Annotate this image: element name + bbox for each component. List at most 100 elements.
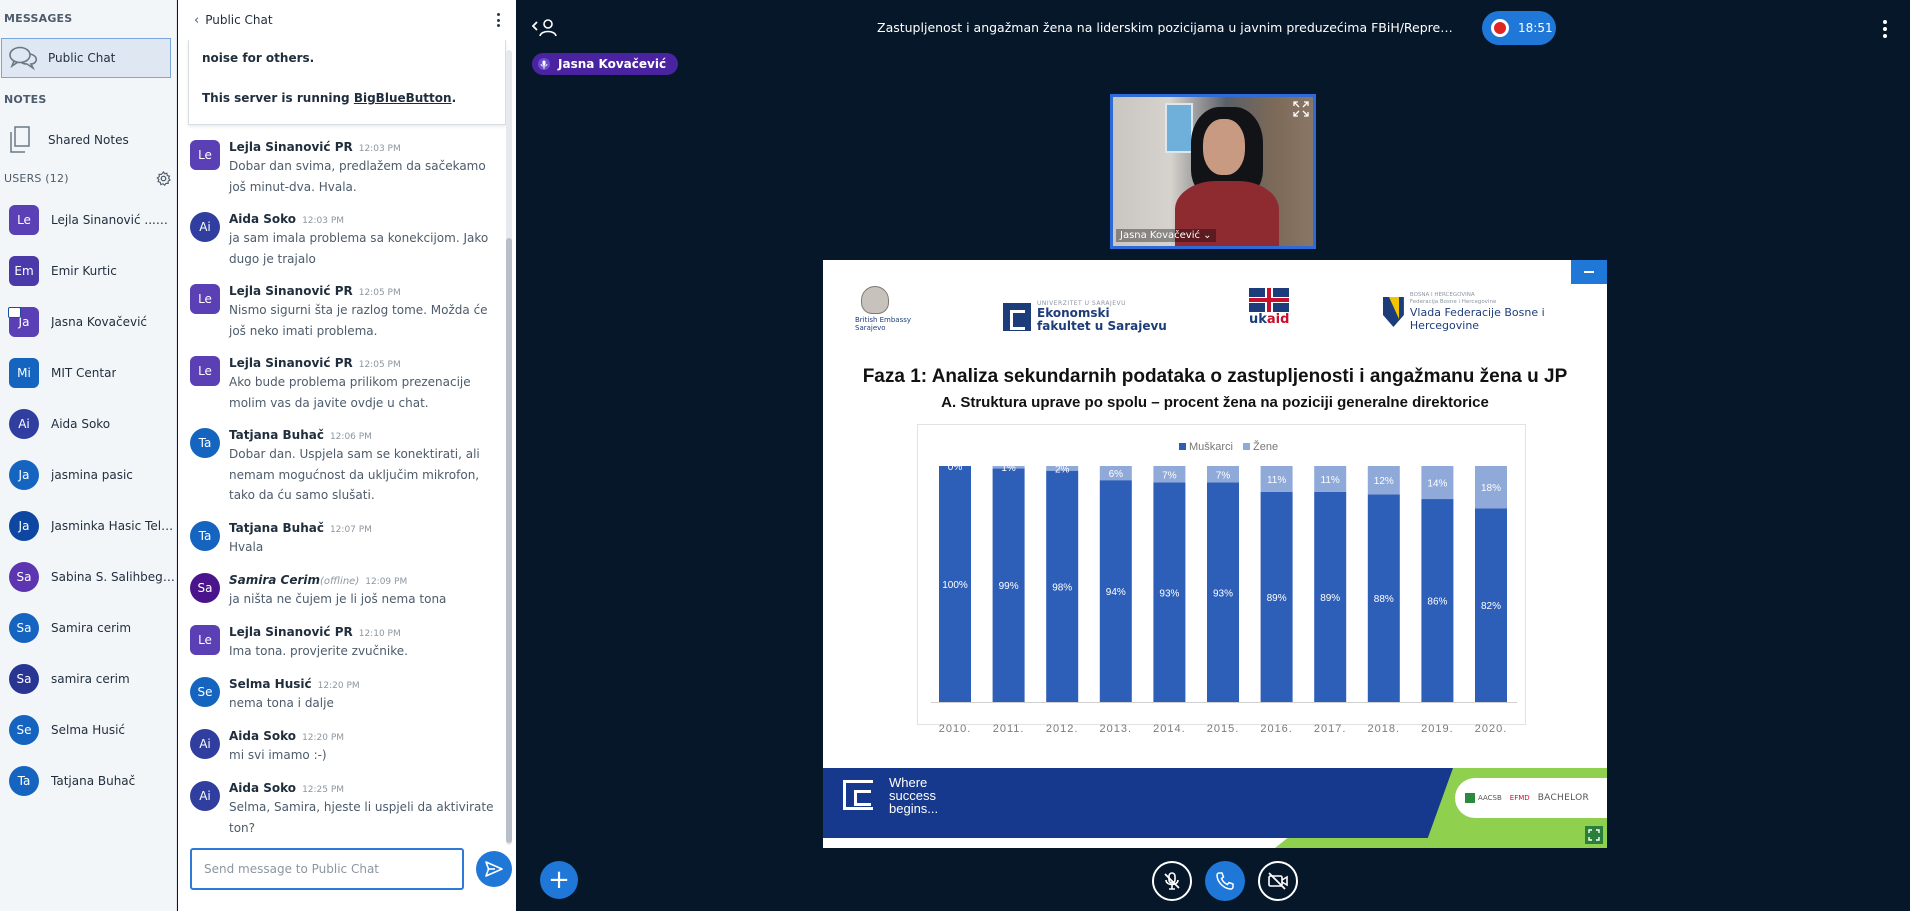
public-chat-item[interactable]: Public Chat [1,38,171,78]
bigbluebutton-link[interactable]: BigBlueButton [354,91,452,105]
avatar: Le [9,205,39,235]
user-list-item[interactable]: Sa samira cerim [0,654,177,704]
data-label-zene: 11% [1321,475,1340,486]
british-embassy-logo: British Embassy Sarajevo [855,286,915,334]
avatar: Se [190,677,220,707]
message-text: Selma, Samira, hjeste li uspjeli da akti… [229,800,494,835]
user-name: Selma Husić [51,723,126,737]
phone-icon [1216,872,1234,890]
webcam-user-name[interactable]: Jasna Kovačević ⌄ [1116,229,1216,242]
send-message-button[interactable] [476,851,512,887]
recording-button[interactable]: 18:51 [1482,11,1556,45]
data-label-zene: 7% [1216,470,1231,481]
welcome-line: noise for others. [202,51,315,65]
message-sender: Aida Soko [229,781,297,795]
unsa-logo: UNIVERZITET U SARAJEVU Ekonomski fakulte… [1003,300,1167,333]
data-label-muskarci: 94% [1106,587,1126,598]
user-list-item[interactable]: Le Lejla Sinanović ...(You) [0,195,177,245]
data-label-zene: 12% [1374,476,1394,487]
x-tick-label: 2016. [1260,723,1293,735]
scrollbar-thumb[interactable] [506,238,512,843]
talking-indicator[interactable]: Jasna Kovačević [532,53,679,75]
chevron-left-icon[interactable]: ‹ [194,13,199,28]
message-sender: Samira Cerim [229,573,321,587]
message-header: Tatjana Buhač 12:07 PM [229,517,372,536]
message-text: Dobar dan. Uspjela sam se konektirati, a… [229,447,480,502]
data-label-zene: 7% [1162,470,1177,481]
message-time: 12:07 PM [329,525,372,535]
x-tick-label: 2013. [1100,723,1133,735]
data-label-muskarci: 89% [1320,593,1340,604]
slide-footer: Where success begins... AACSB EFMD BACHE… [823,768,1607,848]
user-list-item[interactable]: Ja jasmina pasic [0,450,177,500]
document-icon [10,126,30,153]
mute-microphone-button[interactable] [1152,861,1192,901]
message-time: 12:06 PM [329,432,372,442]
chat-options-icon[interactable] [490,10,506,30]
message-time: 12:10 PM [358,629,401,639]
welcome-server-line: This server is running BigBlueButton. [202,91,457,105]
user-list-item[interactable]: Ai Aida Soko [0,399,177,449]
user-list-item[interactable]: Ja Jasna Kovačević [0,297,177,347]
message-time: 12:05 PM [358,288,401,298]
message-header: Lejla Sinanović PR 12:05 PM [229,280,401,299]
minimize-presentation-button[interactable] [1571,260,1607,284]
message-header: Aida Soko 12:25 PM [229,777,344,796]
webcam-video[interactable]: Jasna Kovačević ⌄ [1110,94,1316,249]
expand-icon[interactable] [1293,101,1309,117]
x-tick-label: 2019. [1421,723,1454,735]
microphone-muted-icon [1164,872,1180,890]
avatar: Ai [190,781,220,811]
message-sender: Lejla Sinanović PR [229,140,353,154]
avatar: Mi [9,358,39,388]
toggle-userlist-icon[interactable] [531,16,559,40]
x-tick-label: 2010. [939,723,972,735]
message-sender: Aida Soko [229,212,297,226]
message-header: Samira Cerim(offline) 12:09 PM [229,569,407,588]
user-list-item[interactable]: Mi MIT Centar [0,348,177,398]
presentation-slide[interactable]: British Embassy Sarajevo UNIVERZITET U S… [823,260,1607,848]
shared-notes-item[interactable]: Shared Notes [0,120,177,160]
leave-audio-button[interactable] [1205,861,1245,901]
chat-title[interactable]: Public Chat [205,13,272,27]
fullscreen-icon[interactable] [1585,826,1603,844]
chat-message-input[interactable] [190,848,464,890]
user-list-item[interactable]: Sa Sabina S. Salihbegovic [0,552,177,602]
avatar: Le [190,284,220,314]
message-time: 12:25 PM [302,785,345,795]
options-menu-icon[interactable] [1882,20,1888,38]
public-chat-label: Public Chat [48,51,116,65]
user-list-item[interactable]: Em Emir Kurtic [0,246,177,296]
share-webcam-button[interactable] [1258,861,1298,901]
data-label-zene: 14% [1427,479,1447,490]
notes-section-title: NOTES [4,93,47,106]
legend-label: Muškarci [1189,441,1233,453]
gear-icon[interactable] [156,170,171,186]
avatar: Sa [9,613,39,643]
x-tick-label: 2018. [1368,723,1401,735]
avatar: Ai [9,409,39,439]
message-sender: Lejla Sinanović PR [229,284,353,298]
user-name: Aida Soko [51,417,111,431]
avatar: Le [190,625,220,655]
avatar: Le [190,356,220,386]
talker-name: Jasna Kovačević [558,57,667,71]
message-sender: Lejla Sinanović PR [229,356,353,370]
chat-scrollbar[interactable] [506,50,512,845]
avatar: Ja [9,460,39,490]
message-header: Aida Soko 12:20 PM [229,725,344,744]
data-label-muskarci: 100% [942,580,968,591]
message-text: ja ništa ne čujem je li još nema tona [229,592,447,606]
data-label-muskarci: 89% [1267,593,1287,604]
stacked-bar-chart: Muškarci Žene 100% 0% 2010. 99% 1% 2011. 98% 2% 20… [917,424,1526,735]
user-list-item[interactable]: Ja Jasminka Hasic Telal... [0,501,177,551]
message-header: Lejla Sinanović PR 12:03 PM [229,136,401,155]
x-tick-label: 2012. [1046,723,1079,735]
slide-title: Faza 1: Analiza sekundarnih podataka o z… [862,366,1568,387]
actions-plus-button[interactable]: + [540,861,578,899]
user-list-item[interactable]: Sa Samira cerim [0,603,177,653]
user-list-item[interactable]: Se Selma Husić [0,705,177,755]
message-text: Dobar dan svima, predlažem da sačekamo j… [229,159,486,194]
user-list-item[interactable]: Ta Tatjana Buhač [0,756,177,806]
data-label-zene: 6% [1109,469,1124,480]
